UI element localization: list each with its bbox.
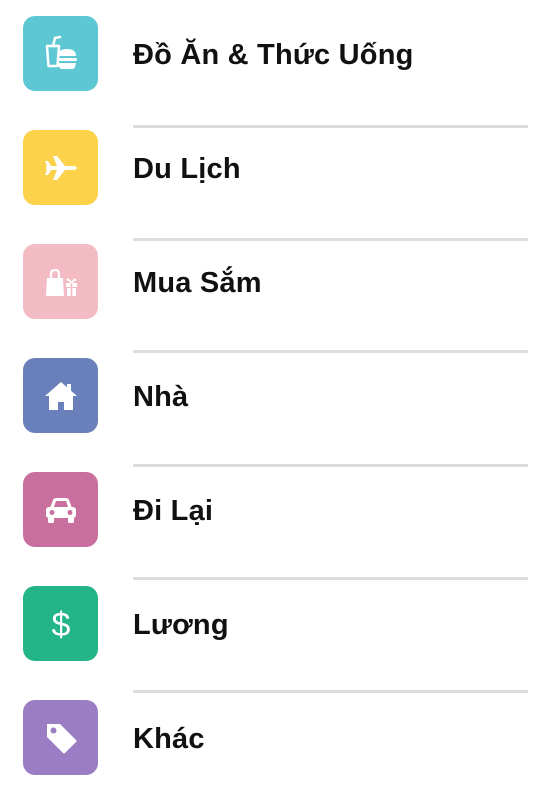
dollar-icon: $ <box>41 604 81 644</box>
category-tile <box>23 130 98 205</box>
category-tile <box>23 700 98 775</box>
category-item-shopping[interactable]: Mua Sắm <box>0 215 534 329</box>
category-list: Đồ Ăn & Thức Uống Du Lịch Mua Sắm Nhà Đi… <box>0 0 534 808</box>
category-label: Du Lịch <box>133 153 241 185</box>
shopping-bag-gift-icon <box>41 262 81 302</box>
category-label: Đi Lại <box>133 495 214 527</box>
category-item-home[interactable]: Nhà <box>0 329 534 443</box>
food-drink-icon <box>41 34 81 74</box>
category-tile <box>23 472 98 547</box>
category-tile <box>23 358 98 433</box>
category-label: Mua Sắm <box>133 267 262 299</box>
category-item-transport[interactable]: Đi Lại <box>0 443 534 557</box>
category-item-food-drink[interactable]: Đồ Ăn & Thức Uống <box>0 0 534 101</box>
category-tile <box>23 16 98 91</box>
category-item-travel[interactable]: Du Lịch <box>0 101 534 215</box>
category-item-salary[interactable]: $ Lương <box>0 557 534 671</box>
category-label: Nhà <box>133 381 189 413</box>
car-icon <box>41 490 81 530</box>
category-tile <box>23 244 98 319</box>
airplane-icon <box>42 149 80 187</box>
category-label: Đồ Ăn & Thức Uống <box>133 39 414 71</box>
category-tile: $ <box>23 586 98 661</box>
category-item-other[interactable]: Khác <box>0 671 534 785</box>
tag-icon <box>41 718 81 758</box>
svg-text:$: $ <box>51 606 70 644</box>
category-label: Khác <box>133 723 205 755</box>
home-icon <box>42 377 80 415</box>
category-label: Lương <box>133 609 229 641</box>
